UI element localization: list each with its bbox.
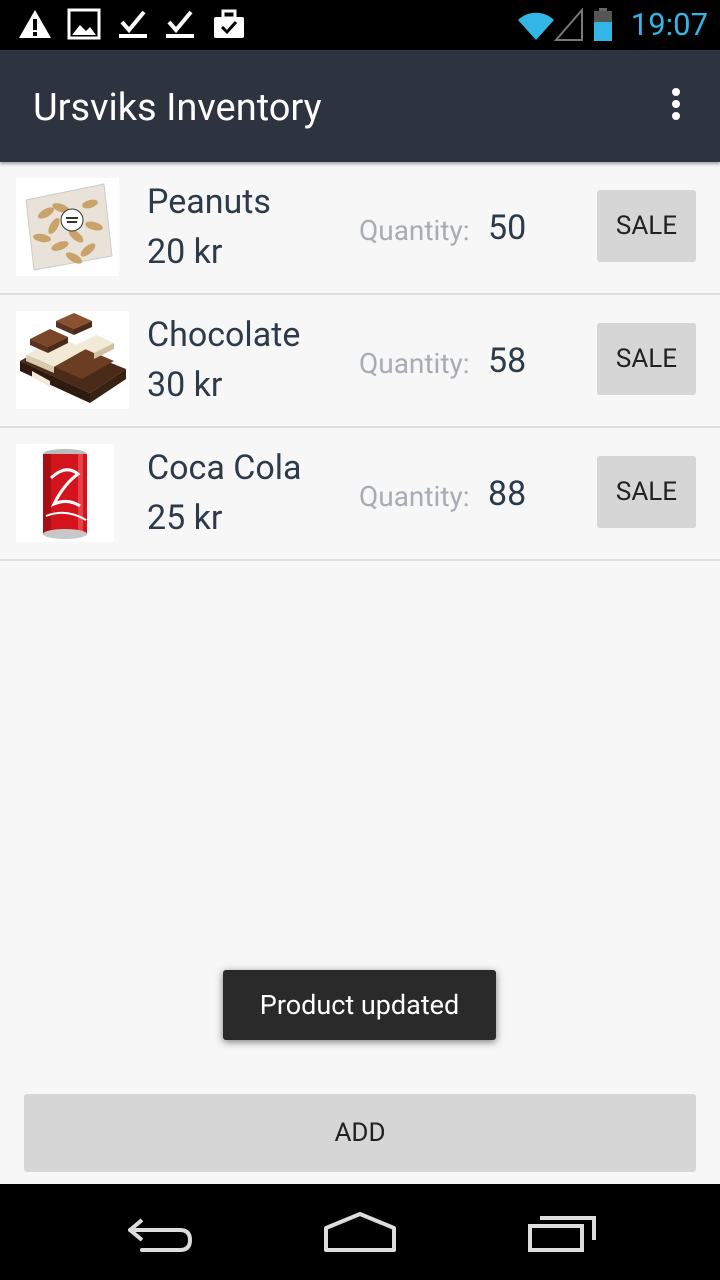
wifi-icon <box>518 12 554 41</box>
quantity-label: Quantity: <box>359 347 470 380</box>
status-bar: 19:07 <box>0 0 720 50</box>
download-done-icon <box>166 10 194 38</box>
product-name: Peanuts <box>147 182 271 222</box>
list-item[interactable]: Chocolate 30 kr Quantity: 58 SALE <box>0 295 720 428</box>
quantity-label: Quantity: <box>359 214 470 247</box>
quantity-value: 58 <box>488 341 527 381</box>
action-bar: Ursviks Inventory <box>0 50 720 162</box>
briefcase-check-icon <box>214 9 244 38</box>
toast-message: Product updated <box>223 970 496 1040</box>
chocolate-image <box>16 311 129 409</box>
download-done-icon <box>119 10 147 38</box>
quantity-value: 50 <box>488 208 527 248</box>
image-icon <box>67 8 101 40</box>
quantity-label: Quantity: <box>359 480 470 513</box>
product-name: Chocolate <box>147 315 301 355</box>
home-icon[interactable] <box>322 1204 398 1260</box>
product-price: 25 kr <box>147 498 223 538</box>
product-price: 20 kr <box>147 232 223 272</box>
list-item[interactable]: Peanuts 20 kr Quantity: 50 SALE <box>0 162 720 295</box>
quantity-value: 88 <box>488 474 527 514</box>
product-name: Coca Cola <box>147 448 302 488</box>
list-item[interactable]: Coca Cola 25 kr Quantity: 88 SALE <box>0 428 720 561</box>
battery-icon <box>594 8 612 41</box>
status-clock: 19:07 <box>630 6 708 43</box>
peanuts-image <box>16 178 119 276</box>
warning-icon <box>19 10 51 38</box>
add-button[interactable]: ADD <box>24 1094 696 1172</box>
app-title: Ursviks Inventory <box>33 86 322 130</box>
sale-button[interactable]: SALE <box>597 323 696 395</box>
coca-cola-image <box>16 444 114 542</box>
signal-icon <box>554 8 583 41</box>
navigation-bar <box>0 1184 720 1280</box>
sale-button[interactable]: SALE <box>597 190 696 262</box>
recent-apps-icon[interactable] <box>524 1204 600 1260</box>
sale-button[interactable]: SALE <box>597 456 696 528</box>
product-price: 30 kr <box>147 365 223 405</box>
product-list: Peanuts 20 kr Quantity: 50 SALE Chocolat… <box>0 162 720 561</box>
back-icon[interactable] <box>124 1204 196 1260</box>
overflow-menu-icon[interactable] <box>666 88 686 128</box>
